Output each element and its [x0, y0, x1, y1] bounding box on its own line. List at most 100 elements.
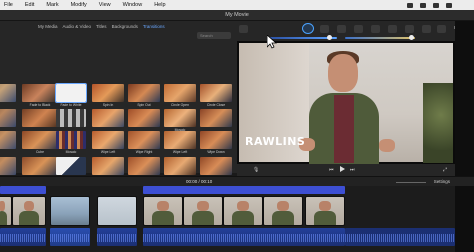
- transition-thumb[interactable]: [56, 157, 86, 175]
- video-viewer[interactable]: RAWLINS: [237, 41, 455, 164]
- transition-thumb[interactable]: [164, 157, 196, 175]
- tab-backgrounds[interactable]: Backgrounds: [112, 24, 138, 29]
- fullscreen-icon[interactable]: ⤢: [443, 167, 447, 173]
- volume-icon[interactable]: [371, 25, 380, 33]
- transition-thumb[interactable]: [128, 131, 160, 149]
- viewer-controls: 🎙 ⏮ ⏭ ⤢: [237, 164, 455, 176]
- transition-thumb[interactable]: [0, 157, 16, 175]
- media-browser: My Media Audio & Video Titles Background…: [0, 21, 237, 180]
- transition-thumb[interactable]: [22, 84, 58, 102]
- transition-thumb[interactable]: [22, 109, 58, 127]
- info-icon[interactable]: [437, 25, 446, 33]
- transition-thumb[interactable]: [164, 109, 196, 127]
- search-icon[interactable]: [433, 2, 439, 8]
- microphone-icon[interactable]: 🎙: [253, 167, 259, 173]
- filter-icon[interactable]: [422, 25, 431, 33]
- transition-label: Mosaic: [174, 128, 186, 132]
- title-bar: My Movie: [0, 10, 474, 21]
- video-clip[interactable]: [263, 196, 303, 226]
- video-clip[interactable]: [97, 196, 137, 226]
- lower-third-title: RAWLINS: [245, 135, 306, 148]
- window-edge: [455, 21, 474, 252]
- color-balance-icon[interactable]: [302, 23, 314, 34]
- color-correction-icon[interactable]: [320, 25, 329, 33]
- tab-audio-video[interactable]: Audio & Video: [63, 24, 91, 29]
- transition-thumb[interactable]: [92, 157, 124, 175]
- transition-thumb[interactable]: [0, 131, 16, 149]
- crop-icon[interactable]: [337, 25, 346, 33]
- play-button[interactable]: [340, 166, 345, 172]
- transition-label: Fade to White: [60, 103, 82, 107]
- video-clip[interactable]: [50, 196, 90, 226]
- search-input[interactable]: Search: [197, 32, 231, 39]
- audio-track[interactable]: [97, 228, 137, 246]
- menu-modify[interactable]: Modify: [71, 2, 87, 8]
- transition-thumb[interactable]: [164, 131, 196, 149]
- background-plants: [423, 83, 453, 163]
- video-clip[interactable]: [0, 196, 12, 226]
- transition-thumb[interactable]: [200, 84, 232, 102]
- transition-label: Wipe Left: [172, 150, 188, 154]
- control-center-icon[interactable]: [446, 2, 452, 8]
- menu-help[interactable]: Help: [154, 2, 165, 8]
- transition-thumb[interactable]: [56, 109, 86, 127]
- video-clip[interactable]: [183, 196, 223, 226]
- video-clip[interactable]: [223, 196, 263, 226]
- noise-reduction-icon[interactable]: [388, 25, 397, 33]
- wifi-icon[interactable]: [407, 2, 413, 8]
- status-icons: [407, 2, 474, 8]
- transition-label: Spin In: [102, 103, 114, 107]
- transition-thumb[interactable]: [0, 84, 16, 102]
- transition-thumb[interactable]: [128, 157, 160, 175]
- transition-thumb[interactable]: [164, 84, 196, 102]
- transition-thumb[interactable]: [56, 131, 86, 149]
- transition-thumb[interactable]: [200, 109, 232, 127]
- menu-mark[interactable]: Mark: [46, 2, 58, 8]
- audio-track[interactable]: [0, 228, 46, 246]
- transition-thumb[interactable]: [200, 131, 232, 149]
- video-clip[interactable]: [305, 196, 345, 226]
- speed-icon[interactable]: [405, 25, 414, 33]
- video-clip[interactable]: [143, 196, 183, 226]
- transition-thumb[interactable]: [200, 157, 232, 175]
- settings-button[interactable]: Settings: [434, 179, 450, 184]
- transition-thumb[interactable]: [92, 84, 124, 102]
- menu-file[interactable]: File: [4, 2, 13, 8]
- clip-title-bar[interactable]: [0, 186, 46, 194]
- transition-label: Wipe Right: [135, 150, 153, 154]
- transition-label: Wipe Down: [207, 150, 225, 154]
- transition-label: Spin Out: [137, 103, 151, 107]
- audio-track[interactable]: [50, 228, 90, 246]
- stabilization-icon[interactable]: [354, 25, 363, 33]
- menu-edit[interactable]: Edit: [25, 2, 34, 8]
- transition-thumb[interactable]: [55, 83, 87, 103]
- tab-titles[interactable]: Titles: [96, 24, 107, 29]
- transition-thumb[interactable]: [92, 109, 124, 127]
- tab-my-media[interactable]: My Media: [38, 24, 58, 29]
- battery-icon[interactable]: [420, 2, 426, 8]
- timeline-header: 00:00 / 00:10 Settings: [0, 176, 474, 186]
- audio-track[interactable]: [143, 228, 345, 246]
- magic-wand-icon[interactable]: [239, 25, 248, 33]
- menu-view[interactable]: View: [99, 2, 111, 8]
- skip-back-icon[interactable]: ⏮: [329, 167, 334, 173]
- skip-forward-icon[interactable]: ⏭: [350, 167, 355, 173]
- transition-thumb[interactable]: [22, 157, 58, 175]
- clip-title-bar[interactable]: [143, 186, 345, 194]
- transition-thumb[interactable]: [128, 84, 160, 102]
- transition-thumb[interactable]: [92, 131, 124, 149]
- white-balance-slider[interactable]: [345, 37, 415, 39]
- timeline[interactable]: [0, 186, 455, 252]
- menu-window[interactable]: Window: [123, 2, 143, 8]
- audio-track[interactable]: [345, 228, 455, 246]
- slider-knob[interactable]: [327, 35, 332, 40]
- person-head: [328, 54, 358, 92]
- video-clip[interactable]: [12, 196, 46, 226]
- tab-transitions[interactable]: Transitions: [143, 24, 165, 29]
- person-shirt: [334, 95, 354, 163]
- zoom-slider[interactable]: [396, 182, 426, 183]
- transition-thumb[interactable]: [22, 131, 58, 149]
- transition-thumb[interactable]: [128, 109, 160, 127]
- transition-thumb[interactable]: [0, 109, 16, 127]
- slider-knob[interactable]: [409, 35, 414, 40]
